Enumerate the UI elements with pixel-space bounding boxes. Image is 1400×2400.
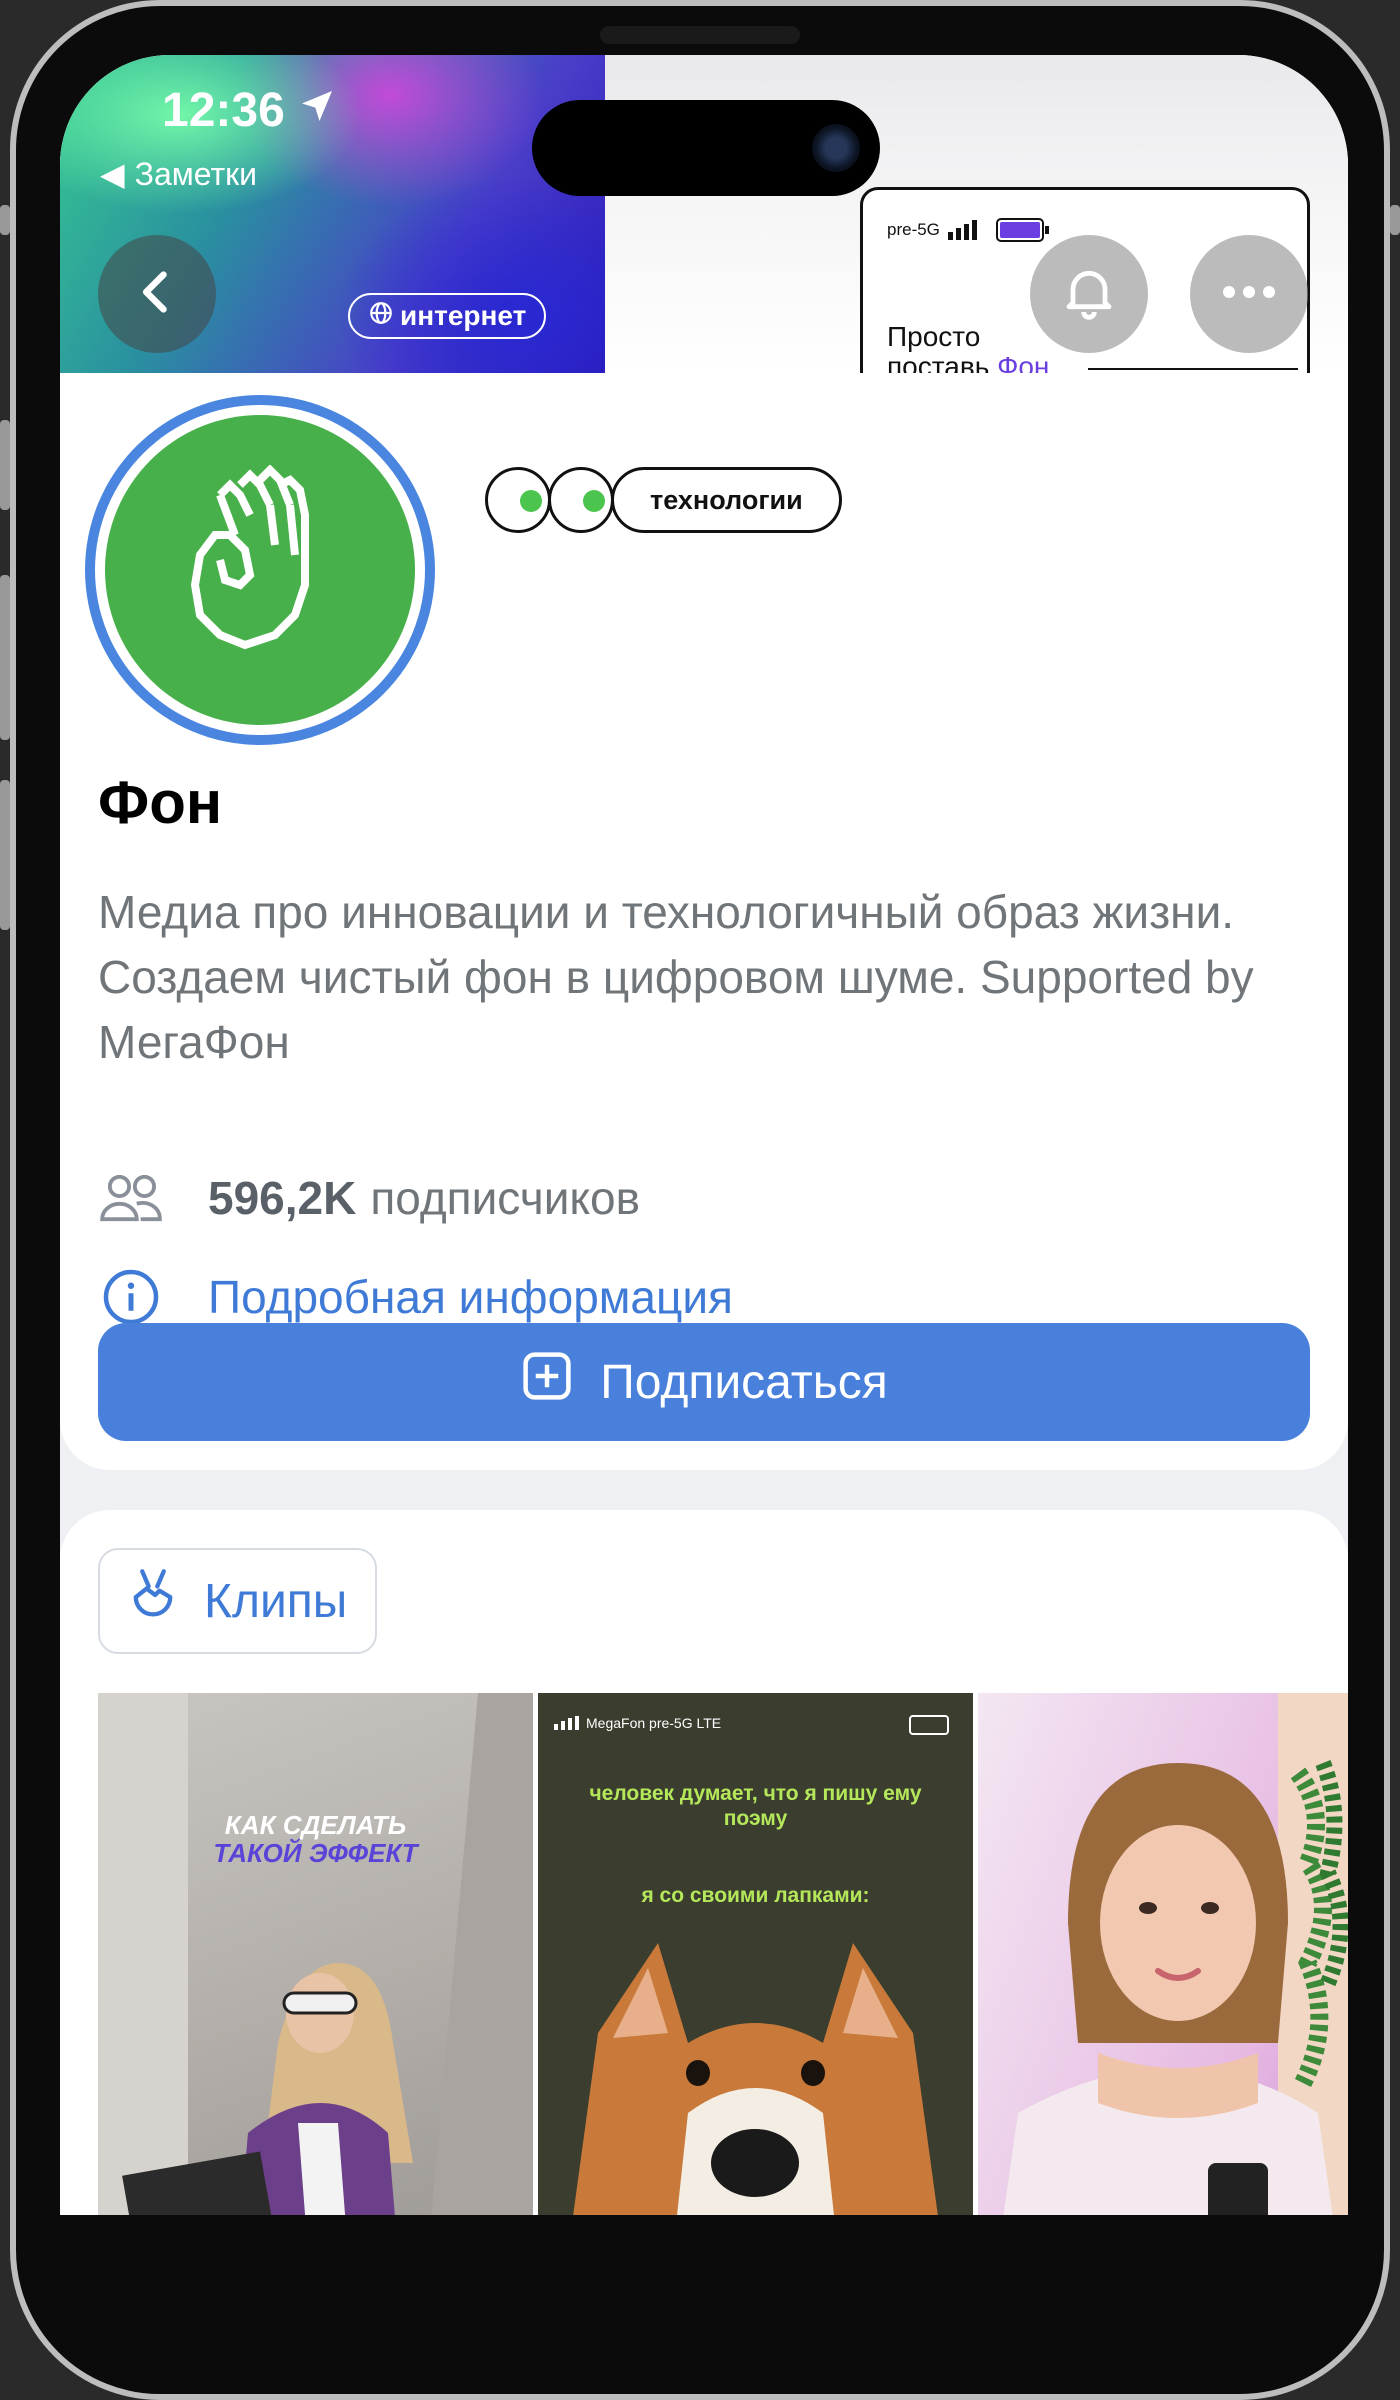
ad-status: pre-5G <box>887 218 1050 242</box>
avatar[interactable] <box>85 395 435 745</box>
side-button <box>0 205 10 235</box>
ad-arrow-line <box>1088 368 1298 370</box>
clip-status-text: MegaFon pre-5G LTE <box>586 1715 722 1731</box>
ad-network-label: pre-5G <box>887 220 940 239</box>
clip-caption: человек думает, что я пишу ему поэму <box>589 1782 922 1830</box>
dog-photo <box>573 1943 938 2215</box>
speaker-grill <box>600 26 800 44</box>
back-app-label: Заметки <box>134 155 257 192</box>
side-button <box>1390 205 1400 235</box>
globe-icon <box>368 300 394 333</box>
time-text: 12:36 <box>162 84 285 137</box>
ad-line-1: Просто <box>887 321 981 352</box>
notifications-button[interactable] <box>1030 235 1148 353</box>
tag-internet-label: интернет <box>400 300 527 331</box>
community-description: Медиа про инновации и технологичный обра… <box>98 886 1254 1068</box>
more-button[interactable] <box>1190 235 1308 353</box>
clip-preview-image <box>1003 1693 1348 2215</box>
clip-headline-line-2: ТАКОЙ ЭФФЕКТ <box>213 1838 418 1868</box>
status-bar-time: 12:36 <box>162 83 337 138</box>
back-icon <box>131 266 183 323</box>
side-button <box>0 780 10 930</box>
subscribe-button[interactable]: Подписаться <box>98 1323 1310 1441</box>
location-arrow-icon <box>297 83 337 138</box>
clip-preview-image <box>98 1693 533 2215</box>
bell-icon <box>1057 260 1121 329</box>
more-info-label: Подробная информация <box>208 1271 733 1323</box>
more-icon <box>1219 284 1279 305</box>
clip-headline: КАК СДЕЛАТЬ ТАКОЙ ЭФФЕКТ <box>98 1811 533 1867</box>
side-button <box>0 420 10 510</box>
page-title: Фон <box>98 769 223 836</box>
avatar-logo <box>105 415 415 725</box>
dot-badge <box>548 467 614 533</box>
info-icon <box>98 1264 164 1330</box>
clip-headline-line-1: КАК СДЕЛАТЬ <box>224 1810 407 1840</box>
clip-status-bar: MegaFon pre-5G LTE <box>554 1715 721 1731</box>
category-badges: технологии <box>485 467 842 533</box>
users-icon <box>98 1165 164 1231</box>
clip-thumbnail[interactable]: КАК СДЕЛАТЬ ТАКОЙ ЭФФЕКТ <box>98 1693 533 2215</box>
avatar-border <box>95 405 425 735</box>
followers-row[interactable]: 596,2K подписчиков <box>98 1165 640 1231</box>
clips-icon <box>128 1567 178 1635</box>
clips-tab-label: Клипы <box>204 1574 348 1628</box>
app-screen: 12:36 ◀ Заметки интернет pre-5G Просто п… <box>60 55 1348 2215</box>
followers-label: подписчиков <box>370 1172 641 1224</box>
subscribe-label: Подписаться <box>600 1355 888 1409</box>
followers-count: 596,2K <box>208 1172 357 1224</box>
category-tag-label: технологии <box>650 484 803 515</box>
category-tag: технологии <box>611 467 842 533</box>
camera-icon <box>812 124 860 172</box>
plus-square-icon <box>520 1349 574 1415</box>
clip-caption: я со своими лапками: <box>641 1884 870 1907</box>
side-button <box>0 575 10 740</box>
signal-icon <box>947 220 977 240</box>
tag-internet: интернет <box>348 293 547 339</box>
dot-badge <box>485 467 551 533</box>
clips-tab[interactable]: Клипы <box>98 1548 378 1654</box>
signal-icon <box>554 1716 579 1730</box>
more-info-link[interactable]: Подробная информация <box>98 1264 733 1330</box>
battery-icon <box>909 1715 949 1735</box>
clip-thumbnail[interactable]: MegaFon pre-5G LTE человек думает, что я… <box>538 1693 973 2215</box>
back-button[interactable] <box>98 235 216 353</box>
back-triangle-icon: ◀ <box>100 156 125 192</box>
back-to-app-link[interactable]: ◀ Заметки <box>100 155 257 193</box>
ok-hand-icon <box>190 465 309 650</box>
clip-thumbnail[interactable] <box>978 1693 1348 2215</box>
battery-icon <box>995 218 1049 242</box>
dynamic-island <box>532 100 880 196</box>
